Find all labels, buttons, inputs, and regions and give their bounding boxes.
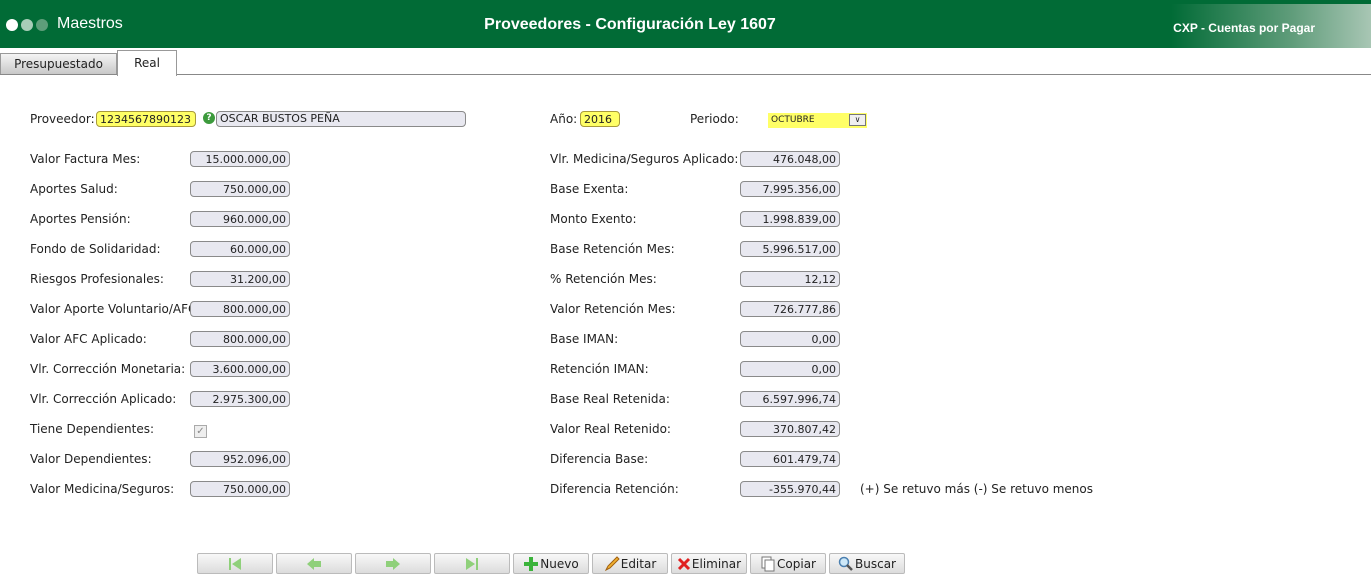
tab-real[interactable]: Real	[117, 50, 177, 76]
retencion-mes-field: 12,12	[740, 271, 840, 287]
valor-dependientes-label: Valor Dependientes:	[30, 452, 152, 466]
periodo-select[interactable]: OCTUBRE ∨	[768, 113, 867, 128]
anio-input[interactable]: 2016	[580, 111, 620, 127]
valor-retencion-mes-field: 726.777,86	[740, 301, 840, 317]
nuevo-button[interactable]: Nuevo	[513, 553, 589, 574]
retention-note: (+) Se retuvo más (-) Se retuvo menos	[860, 482, 1093, 496]
periodo-value: OCTUBRE	[771, 115, 815, 125]
base-iman-field: 0,00	[740, 331, 840, 347]
base-iman-label: Base IMAN:	[550, 332, 619, 346]
valor-factura-mes-label: Valor Factura Mes:	[30, 152, 141, 166]
vlr-medicina-seguros-aplicado-field: 476.048,00	[740, 151, 840, 167]
last-icon	[464, 557, 480, 571]
diferencia-base-field: 601.479,74	[740, 451, 840, 467]
valor-real-retenido-field: 370.807,42	[740, 421, 840, 437]
button-label: Editar	[620, 556, 657, 571]
diferencia-retencion-label: Diferencia Retención:	[550, 482, 679, 496]
plus-icon	[523, 556, 539, 572]
header: Maestros Proveedores - Configuración Ley…	[0, 0, 1371, 48]
chevron-down-icon[interactable]: ∨	[849, 114, 866, 126]
proveedor-label: Proveedor:	[30, 112, 95, 126]
aportes-salud-label: Aportes Salud:	[30, 182, 118, 196]
valor-medicina-seguros-label: Valor Medicina/Seguros:	[30, 482, 175, 496]
retencion-mes-label: % Retención Mes:	[550, 272, 657, 286]
aportes-pension-label: Aportes Pensión:	[30, 212, 131, 226]
vlr-correccion-aplicado-field: 2.975.300,00	[190, 391, 290, 407]
valor-retencion-mes-label: Valor Retención Mes:	[550, 302, 676, 316]
page-title: Proveedores - Configuración Ley 1607	[484, 16, 776, 33]
last-button[interactable]	[434, 553, 510, 574]
help-icon[interactable]: ?	[203, 112, 215, 124]
app-name: CXP - Cuentas por Pagar	[1173, 21, 1315, 35]
base-retencion-mes-label: Base Retención Mes:	[550, 242, 675, 256]
search-icon	[838, 556, 854, 572]
next-icon	[385, 557, 401, 571]
tab-presupuestado[interactable]: Presupuestado	[0, 53, 117, 74]
pencil-icon	[604, 555, 620, 572]
first-button[interactable]	[197, 553, 273, 574]
base-real-retenida-field: 6.597.996,74	[740, 391, 840, 407]
button-label: Buscar	[855, 556, 896, 571]
x-icon	[677, 557, 691, 571]
diferencia-retencion-field: -355.970,44	[740, 481, 840, 497]
valor-factura-mes-field: 15.000.000,00	[190, 151, 290, 167]
valor-afc-aplicado-field: 800.000,00	[190, 331, 290, 347]
copiar-button[interactable]: Copiar	[750, 553, 826, 574]
vlr-correccion-aplicado-label: Vlr. Corrección Aplicado:	[30, 392, 177, 406]
vlr-correccion-monetaria-field: 3.600.000,00	[190, 361, 290, 377]
prev-icon	[306, 557, 322, 571]
fondo-de-solidaridad-field: 60.000,00	[190, 241, 290, 257]
riesgos-profesionales-field: 31.200,00	[190, 271, 290, 287]
valor-aporte-voluntario-afc-field: 800.000,00	[190, 301, 290, 317]
base-exenta-field: 7.995.356,00	[740, 181, 840, 197]
valor-aporte-voluntario-afc-label: Valor Aporte Voluntario/AFC:	[30, 302, 201, 316]
aportes-pension-field: 960.000,00	[190, 211, 290, 227]
vlr-correccion-monetaria-label: Vlr. Corrección Monetaria:	[30, 362, 186, 376]
fondo-de-solidaridad-label: Fondo de Solidaridad:	[30, 242, 161, 256]
prev-button[interactable]	[276, 553, 352, 574]
vlr-medicina-seguros-aplicado-label: Vlr. Medicina/Seguros Aplicado:	[550, 152, 739, 166]
copy-icon	[760, 556, 776, 572]
valor-afc-aplicado-label: Valor AFC Aplicado:	[30, 332, 147, 346]
button-label: Eliminar	[691, 556, 742, 571]
retencion-iman-label: Retención IMAN:	[550, 362, 649, 376]
valor-medicina-seguros-field: 750.000,00	[190, 481, 290, 497]
proveedor-name-field: OSCAR BUSTOS PEÑA	[216, 111, 466, 127]
base-exenta-label: Base Exenta:	[550, 182, 629, 196]
buscar-button[interactable]: Buscar	[829, 553, 905, 574]
tab-bar: Presupuestado Real	[0, 48, 1371, 76]
first-icon	[227, 557, 243, 571]
riesgos-profesionales-label: Riesgos Profesionales:	[30, 272, 164, 286]
valor-real-retenido-label: Valor Real Retenido:	[550, 422, 671, 436]
tiene-dependientes-checkbox[interactable]: ✓	[194, 425, 207, 438]
aportes-salud-field: 750.000,00	[190, 181, 290, 197]
monto-exento-label: Monto Exento:	[550, 212, 637, 226]
retencion-iman-field: 0,00	[740, 361, 840, 377]
button-label: Nuevo	[540, 556, 579, 571]
proveedor-code-input[interactable]: 1234567890123	[96, 111, 196, 127]
diferencia-base-label: Diferencia Base:	[550, 452, 649, 466]
button-label: Copiar	[777, 556, 816, 571]
base-retencion-mes-field: 5.996.517,00	[740, 241, 840, 257]
next-button[interactable]	[355, 553, 431, 574]
monto-exento-field: 1.998.839,00	[740, 211, 840, 227]
editar-button[interactable]: Editar	[592, 553, 668, 574]
anio-label: Año:	[550, 112, 578, 126]
periodo-label: Periodo:	[690, 112, 739, 126]
base-real-retenida-label: Base Real Retenida:	[550, 392, 670, 406]
tiene-dependientes-label: Tiene Dependientes:	[30, 422, 155, 436]
valor-dependientes-field: 952.096,00	[190, 451, 290, 467]
eliminar-button[interactable]: Eliminar	[671, 553, 747, 574]
